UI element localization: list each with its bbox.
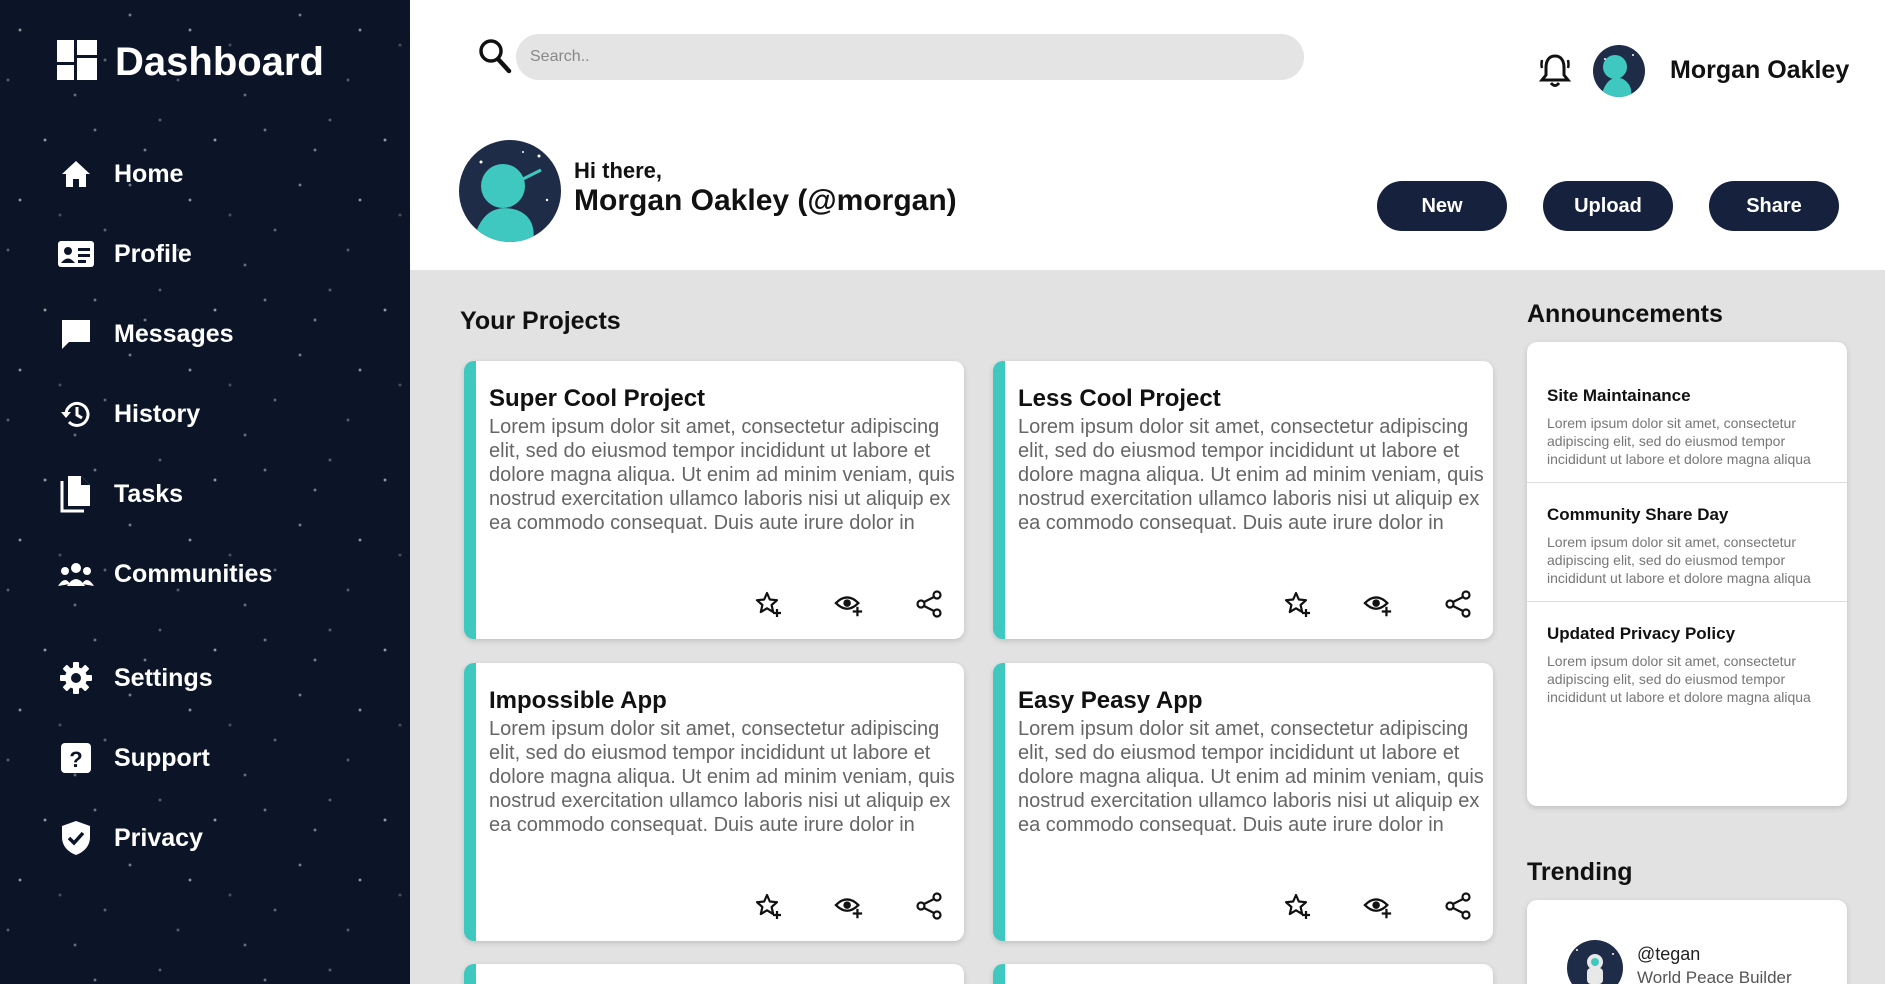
announcement-title: Updated Privacy Policy [1547, 624, 1736, 643]
project-title: Easy Peasy App [1018, 687, 1203, 714]
trending-subtitle: World Peace Builder [1637, 968, 1792, 984]
project-card[interactable]: Impossible App Lorem ipsum dolor sit ame… [464, 663, 964, 941]
home-icon [56, 154, 96, 194]
announcement-title: Community Share Day [1547, 505, 1729, 524]
sidebar-item-label: Tasks [114, 479, 184, 508]
project-actions [754, 891, 944, 921]
sidebar-item-label: Messages [114, 319, 234, 348]
announcement-item[interactable]: Updated Privacy Policy Lorem ipsum dolor… [1527, 624, 1847, 720]
star-add-icon[interactable] [1283, 589, 1313, 619]
project-title: Impossible App [489, 687, 667, 714]
shield-check-icon [56, 818, 96, 858]
trending-title: Trending [1527, 858, 1633, 886]
greeting-text: Hi there, [574, 158, 663, 183]
sidebar-item-profile[interactable]: Profile [56, 214, 272, 294]
trending-panel: @tegan World Peace Builder [1527, 900, 1847, 984]
sidebar-item-label: Profile [114, 239, 192, 268]
document-icon [56, 474, 96, 514]
brand: Dashboard [57, 40, 324, 85]
history-icon [56, 394, 96, 434]
trending-handle[interactable]: @tegan [1637, 944, 1700, 965]
upload-button[interactable]: Upload [1543, 181, 1673, 231]
share-icon[interactable] [914, 589, 944, 619]
share-icon[interactable] [914, 891, 944, 921]
share-icon[interactable] [1443, 891, 1473, 921]
sidebar-item-label: Communities [114, 559, 273, 588]
project-card[interactable]: Super Cool Project Lorem ipsum dolor sit… [464, 361, 964, 639]
id-card-icon [56, 234, 96, 274]
search-icon[interactable] [478, 38, 512, 79]
project-card[interactable] [993, 964, 1493, 984]
sidebar-item-settings[interactable]: Settings [56, 638, 272, 718]
announcement-text: Lorem ipsum dolor sit amet, consectetur … [1547, 534, 1811, 586]
sidebar-item-label: Privacy [114, 823, 203, 852]
search-input[interactable] [516, 34, 1304, 80]
sidebar-item-messages[interactable]: Messages [56, 294, 272, 374]
sidebar-item-communities[interactable]: Communities [56, 534, 272, 614]
new-button[interactable]: New [1377, 181, 1507, 231]
sidebar-item-tasks[interactable]: Tasks [56, 454, 272, 534]
sidebar-item-label: Home [114, 159, 184, 188]
project-card[interactable]: Easy Peasy App Lorem ipsum dolor sit ame… [993, 663, 1493, 941]
announcement-text: Lorem ipsum dolor sit amet, consectetur … [1547, 653, 1811, 705]
watch-add-icon[interactable] [834, 589, 864, 619]
sidebar-item-home[interactable]: Home [56, 134, 272, 214]
help-icon: ? [56, 738, 96, 778]
user-name[interactable]: Morgan Oakley [1670, 56, 1849, 85]
share-icon[interactable] [1443, 589, 1473, 619]
project-description: Lorem ipsum dolor sit amet, consectetur … [489, 416, 955, 534]
star-add-icon[interactable] [754, 589, 784, 619]
gear-icon [56, 658, 96, 698]
project-title: Less Cool Project [1018, 385, 1221, 412]
project-card[interactable]: Less Cool Project Lorem ipsum dolor sit … [993, 361, 1493, 639]
dashboard-icon [57, 40, 97, 85]
project-description: Lorem ipsum dolor sit amet, consectetur … [489, 718, 955, 836]
share-button[interactable]: Share [1709, 181, 1839, 231]
project-description: Lorem ipsum dolor sit amet, consectetur … [1018, 416, 1484, 534]
watch-add-icon[interactable] [1363, 589, 1393, 619]
announcement-title: Site Maintainance [1547, 386, 1691, 405]
announcement-text: Lorem ipsum dolor sit amet, consectetur … [1547, 415, 1811, 467]
announcements-title: Announcements [1527, 300, 1723, 328]
sidebar-item-history[interactable]: History [56, 374, 272, 454]
sidebar-item-label: History [114, 399, 201, 428]
greeting-name: Morgan Oakley (@morgan) [574, 184, 957, 217]
header: Morgan Oakley Hi there, Morgan Oakley (@… [410, 0, 1885, 270]
projects-title: Your Projects [460, 307, 621, 335]
project-title: Super Cool Project [489, 385, 706, 412]
sidebar: Dashboard Home Profile Messages History … [0, 0, 410, 984]
project-actions [1283, 891, 1473, 921]
announcement-item[interactable]: Community Share Day Lorem ipsum dolor si… [1527, 505, 1847, 602]
project-actions [1283, 589, 1473, 619]
sidebar-item-label: Settings [114, 663, 213, 692]
user-avatar[interactable] [1593, 45, 1645, 97]
trending-avatar[interactable] [1567, 940, 1623, 984]
notification-bell-icon[interactable] [1538, 52, 1572, 93]
watch-add-icon[interactable] [1363, 891, 1393, 921]
sidebar-item-label: Support [114, 743, 210, 772]
project-description: Lorem ipsum dolor sit amet, consectetur … [1018, 718, 1484, 836]
message-icon [56, 314, 96, 354]
watch-add-icon[interactable] [834, 891, 864, 921]
sidebar-item-privacy[interactable]: Privacy [56, 798, 272, 878]
people-icon [56, 554, 96, 594]
brand-title: Dashboard [115, 40, 324, 84]
sidebar-nav: Home Profile Messages History Tasks Comm… [56, 134, 272, 878]
announcement-item[interactable]: Site Maintainance Lorem ipsum dolor sit … [1527, 386, 1847, 483]
star-add-icon[interactable] [754, 891, 784, 921]
announcements-panel: Site Maintainance Lorem ipsum dolor sit … [1527, 342, 1847, 806]
profile-avatar [459, 140, 561, 242]
svg-text:?: ? [69, 747, 82, 772]
project-card[interactable] [464, 964, 964, 984]
sidebar-item-support[interactable]: ? Support [56, 718, 272, 798]
project-actions [754, 589, 944, 619]
star-add-icon[interactable] [1283, 891, 1313, 921]
